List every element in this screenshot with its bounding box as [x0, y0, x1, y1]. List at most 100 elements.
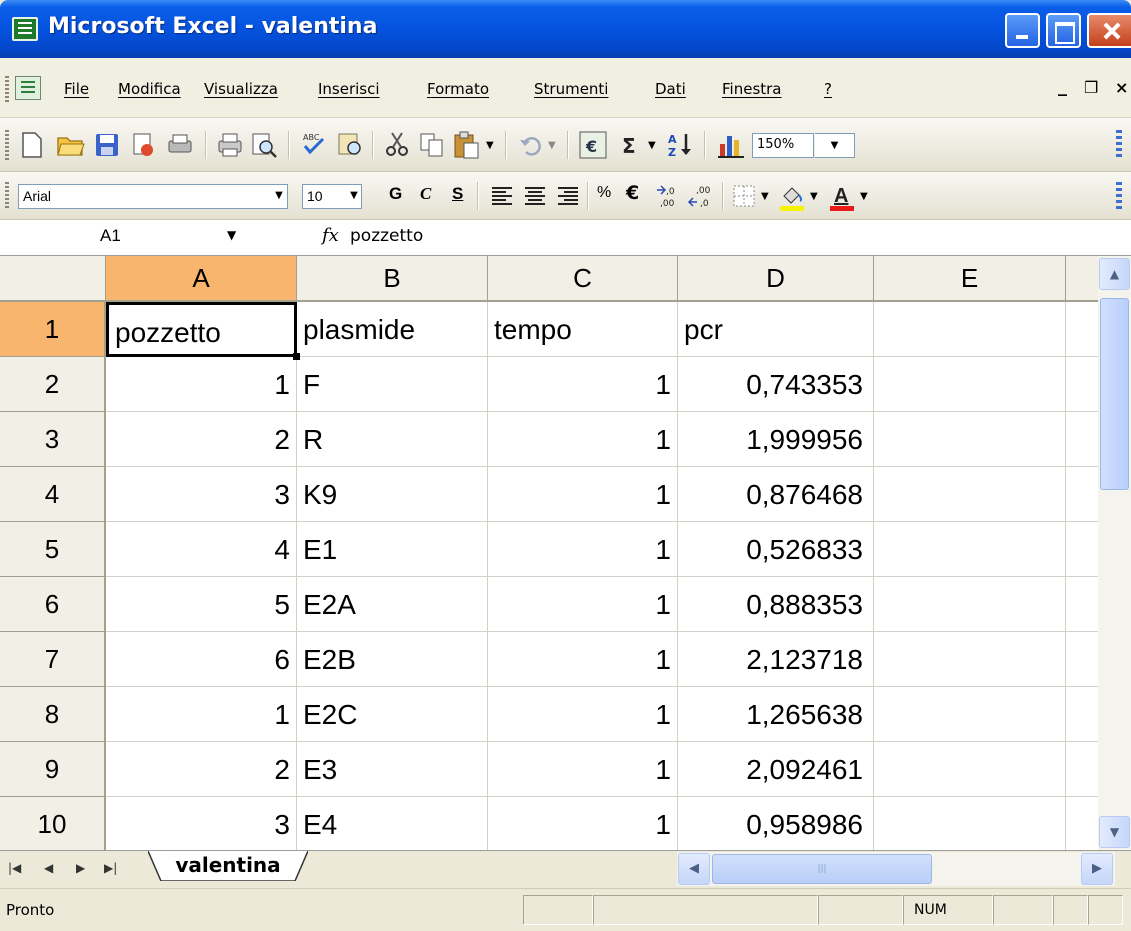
cell-e5[interactable]: [874, 522, 1066, 577]
cell-b2[interactable]: F: [297, 357, 488, 412]
doc-minimize-icon[interactable]: _: [1058, 76, 1067, 97]
research-icon[interactable]: [336, 130, 364, 158]
cell-d3[interactable]: 1,999956: [678, 412, 874, 467]
permission-icon[interactable]: [130, 132, 156, 158]
column-header-e[interactable]: E: [874, 256, 1066, 302]
print-icon[interactable]: [216, 132, 244, 158]
cell-d4[interactable]: 0,876468: [678, 467, 874, 522]
column-header-c[interactable]: C: [488, 256, 678, 302]
select-all-corner[interactable]: [0, 256, 106, 302]
menu-strumenti[interactable]: Strumenti: [534, 80, 608, 98]
cell-c4[interactable]: 1: [488, 467, 678, 522]
insert-function-icon[interactable]: fx: [322, 225, 339, 246]
cell-d8[interactable]: 1,265638: [678, 687, 874, 742]
cell-c5[interactable]: 1: [488, 522, 678, 577]
undo-icon[interactable]: [518, 132, 544, 158]
cell-a6[interactable]: 5: [106, 577, 297, 632]
cell-f6[interactable]: [1066, 577, 1098, 632]
cell-d1[interactable]: pcr: [678, 302, 874, 357]
cell-a5[interactable]: 4: [106, 522, 297, 577]
fill-color-icon[interactable]: [778, 182, 806, 212]
cell-d6[interactable]: 0,888353: [678, 577, 874, 632]
fill-color-dropdown-icon[interactable]: ▼: [810, 191, 818, 202]
cell-c7[interactable]: 1: [488, 632, 678, 687]
row-header[interactable]: 5: [0, 522, 106, 577]
new-icon[interactable]: [20, 131, 44, 159]
cell-d9[interactable]: 2,092461: [678, 742, 874, 797]
font-color-dropdown-icon[interactable]: ▼: [860, 191, 868, 202]
row-header[interactable]: 4: [0, 467, 106, 522]
zoom-dropdown-icon[interactable]: ▼: [815, 133, 855, 158]
save-icon[interactable]: [94, 132, 120, 158]
cell-e8[interactable]: [874, 687, 1066, 742]
cell-b4[interactable]: K9: [297, 467, 488, 522]
row-header[interactable]: 6: [0, 577, 106, 632]
toolbar-overflow-icon[interactable]: [1116, 130, 1122, 160]
autosum-dropdown-icon[interactable]: ▼: [648, 140, 656, 151]
next-sheet-icon[interactable]: ▶: [76, 861, 85, 875]
menu-finestra[interactable]: Finestra: [722, 80, 782, 98]
cell-f1[interactable]: [1066, 302, 1098, 357]
cell-e7[interactable]: [874, 632, 1066, 687]
borders-dropdown-icon[interactable]: ▼: [761, 191, 769, 202]
font-color-icon[interactable]: A: [828, 182, 856, 212]
paste-dropdown-icon[interactable]: ▼: [486, 140, 494, 151]
column-header-f[interactable]: [1066, 256, 1098, 302]
menu-formato[interactable]: Formato: [427, 80, 489, 98]
first-sheet-icon[interactable]: |◀: [8, 861, 21, 875]
cell-e6[interactable]: [874, 577, 1066, 632]
euro-conversion-icon[interactable]: €: [578, 130, 608, 160]
excel-app-icon[interactable]: [12, 17, 38, 41]
cell-c10[interactable]: 1: [488, 797, 678, 850]
bold-button[interactable]: G: [389, 184, 402, 204]
cell-d7[interactable]: 2,123718: [678, 632, 874, 687]
column-header-b[interactable]: B: [297, 256, 488, 302]
horizontal-scrollbar[interactable]: ◀ ||| ▶: [677, 852, 1115, 886]
scroll-right-icon[interactable]: ▶: [1081, 853, 1113, 885]
menu-file[interactable]: File: [64, 80, 89, 98]
menu-modifica[interactable]: Modifica: [118, 80, 181, 98]
toolbar-overflow-icon[interactable]: [1116, 182, 1122, 210]
copy-icon[interactable]: [418, 131, 446, 159]
column-header-d[interactable]: D: [678, 256, 874, 302]
cell-b10[interactable]: E4: [297, 797, 488, 850]
cell-b5[interactable]: E1: [297, 522, 488, 577]
italic-button[interactable]: C: [420, 184, 431, 204]
paste-icon[interactable]: [452, 130, 482, 160]
name-box-dropdown-icon[interactable]: ▼: [227, 228, 236, 242]
column-header-a[interactable]: A: [106, 256, 297, 302]
percent-style-button[interactable]: %: [597, 184, 611, 202]
sheet-tab-valentina[interactable]: valentina: [148, 851, 308, 881]
toolbar-grip[interactable]: [5, 182, 9, 210]
previous-sheet-icon[interactable]: ◀: [44, 861, 53, 875]
font-name-select[interactable]: Arial: [18, 184, 288, 209]
scroll-down-icon[interactable]: ▼: [1099, 816, 1130, 848]
scroll-left-icon[interactable]: ◀: [678, 853, 710, 885]
toolbar-grip[interactable]: [5, 130, 9, 160]
cell-c9[interactable]: 1: [488, 742, 678, 797]
cell-a7[interactable]: 6: [106, 632, 297, 687]
row-header[interactable]: 8: [0, 687, 106, 742]
cell-f4[interactable]: [1066, 467, 1098, 522]
cell-b6[interactable]: E2A: [297, 577, 488, 632]
horizontal-scroll-thumb[interactable]: |||: [712, 854, 932, 884]
spelling-icon[interactable]: ABC: [300, 130, 328, 158]
row-header[interactable]: 1: [0, 302, 106, 357]
cell-b1[interactable]: plasmide: [297, 302, 488, 357]
row-header[interactable]: 7: [0, 632, 106, 687]
cell-a3[interactable]: 2: [106, 412, 297, 467]
cell-f2[interactable]: [1066, 357, 1098, 412]
cell-e2[interactable]: [874, 357, 1066, 412]
cell-b3[interactable]: R: [297, 412, 488, 467]
cell-d5[interactable]: 0,526833: [678, 522, 874, 577]
euro-style-button[interactable]: €: [626, 182, 639, 204]
cell-b8[interactable]: E2C: [297, 687, 488, 742]
font-name-dropdown-icon[interactable]: ▼: [270, 184, 288, 209]
cell-a9[interactable]: 2: [106, 742, 297, 797]
close-button[interactable]: [1087, 13, 1131, 48]
cell-e9[interactable]: [874, 742, 1066, 797]
sort-ascending-icon[interactable]: AZ: [666, 130, 696, 160]
cell-a10[interactable]: 3: [106, 797, 297, 850]
chart-wizard-icon[interactable]: [716, 130, 746, 160]
cut-icon[interactable]: [383, 130, 411, 158]
